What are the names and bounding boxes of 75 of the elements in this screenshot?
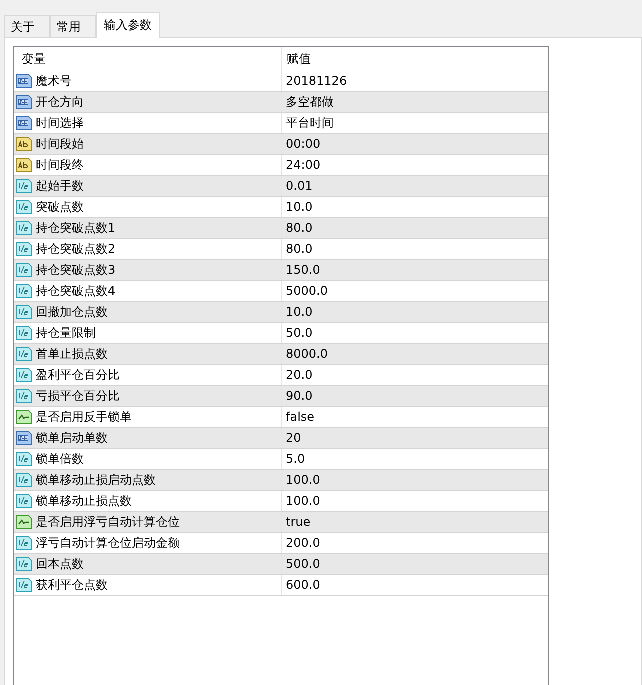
parameter-value[interactable]: 10.0 bbox=[281, 197, 548, 217]
parameter-value[interactable]: false bbox=[281, 407, 548, 427]
parameter-value[interactable]: 24:00 bbox=[281, 155, 548, 175]
parameter-value[interactable]: 500.0 bbox=[281, 554, 548, 574]
parameter-name: 锁单移动止损点数 bbox=[36, 493, 132, 510]
parameter-value[interactable]: 多空都做 bbox=[281, 92, 548, 112]
parameter-value[interactable]: 50.0 bbox=[281, 323, 548, 343]
fraction-type-icon bbox=[16, 389, 32, 403]
parameter-name: 锁单倍数 bbox=[36, 451, 84, 468]
parameter-name: 起始手数 bbox=[36, 178, 84, 195]
parameter-name: 持仓突破点数2 bbox=[36, 241, 116, 258]
fraction-type-icon bbox=[16, 284, 32, 298]
fraction-type-icon bbox=[16, 536, 32, 550]
integer-type-icon bbox=[16, 431, 32, 445]
parameter-value[interactable]: true bbox=[281, 512, 548, 532]
parameter-value[interactable]: 5.0 bbox=[281, 449, 548, 469]
parameter-name: 锁单移动止损启动点数 bbox=[36, 472, 156, 489]
parameter-value[interactable]: 20.0 bbox=[281, 365, 548, 385]
fraction-type-icon bbox=[16, 263, 32, 277]
parameter-name: 开仓方向 bbox=[36, 94, 84, 111]
parameter-name: 持仓突破点数3 bbox=[36, 262, 116, 279]
column-header[interactable]: 变量 bbox=[14, 47, 281, 71]
tab[interactable]: 关于 bbox=[4, 15, 50, 37]
parameter-value[interactable]: 20181126 bbox=[281, 71, 548, 91]
fraction-type-icon bbox=[16, 200, 32, 214]
parameter-name: 时间段终 bbox=[36, 157, 84, 174]
fraction-type-icon bbox=[16, 494, 32, 508]
parameter-value[interactable]: 5000.0 bbox=[281, 281, 548, 301]
tab[interactable]: 输入参数 bbox=[96, 12, 160, 38]
parameter-name: 盈利平仓百分比 bbox=[36, 367, 120, 384]
parameter-name: 首单止损点数 bbox=[36, 346, 108, 363]
parameter-value[interactable]: 150.0 bbox=[281, 260, 548, 280]
parameter-name: 回撤加仓点数 bbox=[36, 304, 108, 321]
parameter-name: 持仓突破点数4 bbox=[36, 283, 116, 300]
parameter-value[interactable]: 20 bbox=[281, 428, 548, 448]
fraction-type-icon bbox=[16, 326, 32, 340]
parameter-name: 亏损平仓百分比 bbox=[36, 388, 120, 405]
parameter-value[interactable]: 100.0 bbox=[281, 470, 548, 490]
parameter-name: 是否启用反手锁单 bbox=[36, 409, 132, 426]
parameter-name: 魔术号 bbox=[36, 73, 72, 90]
fraction-type-icon bbox=[16, 452, 32, 466]
parameter-value[interactable]: 600.0 bbox=[281, 575, 548, 595]
fraction-type-icon bbox=[16, 221, 32, 235]
fraction-type-icon bbox=[16, 179, 32, 193]
parameter-value[interactable]: 80.0 bbox=[281, 218, 548, 238]
integer-type-icon bbox=[16, 95, 32, 109]
text-type-icon bbox=[16, 158, 32, 172]
parameter-value[interactable]: 00:00 bbox=[281, 134, 548, 154]
parameter-value[interactable]: 0.01 bbox=[281, 176, 548, 196]
parameter-name: 获利平仓点数 bbox=[36, 577, 108, 594]
parameter-name: 时间选择 bbox=[36, 115, 84, 132]
fraction-type-icon bbox=[16, 305, 32, 319]
fraction-type-icon bbox=[16, 368, 32, 382]
parameter-value[interactable]: 8000.0 bbox=[281, 344, 548, 364]
parameter-name: 时间段始 bbox=[36, 136, 84, 153]
parameter-name: 锁单启动单数 bbox=[36, 430, 108, 447]
fraction-type-icon bbox=[16, 557, 32, 571]
parameter-name: 回本点数 bbox=[36, 556, 84, 573]
tab[interactable]: 常用 bbox=[50, 15, 96, 37]
parameter-value[interactable]: 100.0 bbox=[281, 491, 548, 511]
text-type-icon bbox=[16, 137, 32, 151]
parameter-name: 突破点数 bbox=[36, 199, 84, 216]
parameter-value[interactable]: 80.0 bbox=[281, 239, 548, 259]
fraction-type-icon bbox=[16, 578, 32, 592]
fraction-type-icon bbox=[16, 347, 32, 361]
parameter-name: 是否启用浮亏自动计算仓位 bbox=[36, 514, 180, 531]
parameter-value[interactable]: 平台时间 bbox=[281, 113, 548, 133]
parameter-value[interactable]: 90.0 bbox=[281, 386, 548, 406]
parameter-value[interactable]: 200.0 bbox=[281, 533, 548, 553]
parameter-name: 持仓量限制 bbox=[36, 325, 96, 342]
parameter-name: 浮亏自动计算仓位启动金额 bbox=[36, 535, 180, 552]
parameter-name: 持仓突破点数1 bbox=[36, 220, 116, 237]
fraction-type-icon bbox=[16, 242, 32, 256]
parameter-value[interactable]: 10.0 bbox=[281, 302, 548, 322]
fraction-type-icon bbox=[16, 473, 32, 487]
